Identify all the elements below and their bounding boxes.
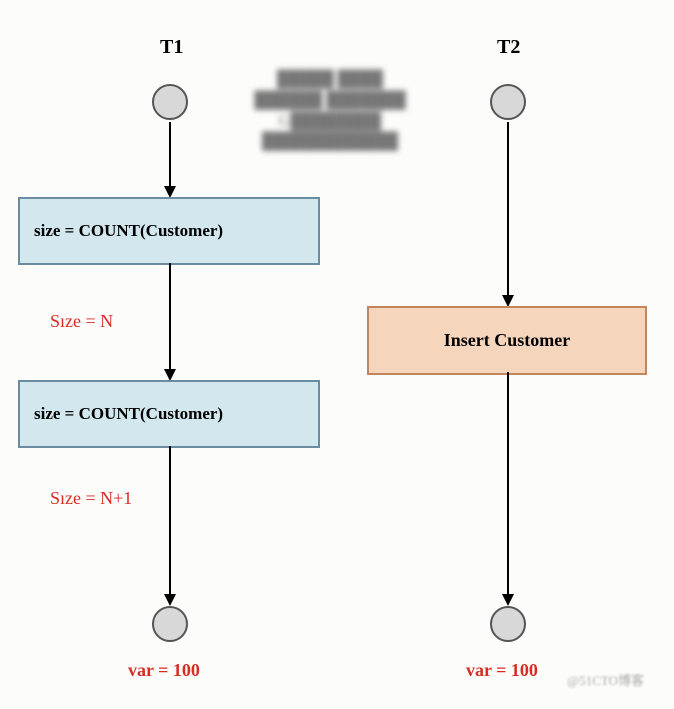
t1-end-circle	[152, 606, 188, 642]
t2-var-label: var = 100	[466, 660, 538, 681]
t1-arrow-3-head	[164, 594, 176, 606]
t1-var-label: var = 100	[128, 660, 200, 681]
watermark-text: @51CTO博客	[567, 670, 644, 689]
t1-arrow-2-line	[169, 263, 171, 371]
t1-arrow-1-line	[169, 122, 171, 188]
t2-arrow-1-line	[507, 122, 509, 297]
t2-arrow-2-head	[502, 594, 514, 606]
t1-start-circle	[152, 84, 188, 120]
t2-insert-box: Insert Customer	[367, 306, 647, 375]
blurred-text-area: █████ ████ ██████ ███████ G████████ ████…	[230, 70, 430, 153]
size-n1-label: Sıze = N+1	[50, 488, 132, 509]
thread-t1-label: T1	[160, 36, 183, 59]
t1-count-box-2: size = COUNT(Customer)	[18, 380, 320, 448]
size-n-label: Sıze = N	[50, 311, 113, 332]
t1-count-box-1: size = COUNT(Customer)	[18, 197, 320, 265]
t2-end-circle	[490, 606, 526, 642]
thread-t2-label: T2	[497, 36, 520, 59]
t1-arrow-3-line	[169, 446, 171, 596]
t2-arrow-2-line	[507, 372, 509, 596]
t2-start-circle	[490, 84, 526, 120]
